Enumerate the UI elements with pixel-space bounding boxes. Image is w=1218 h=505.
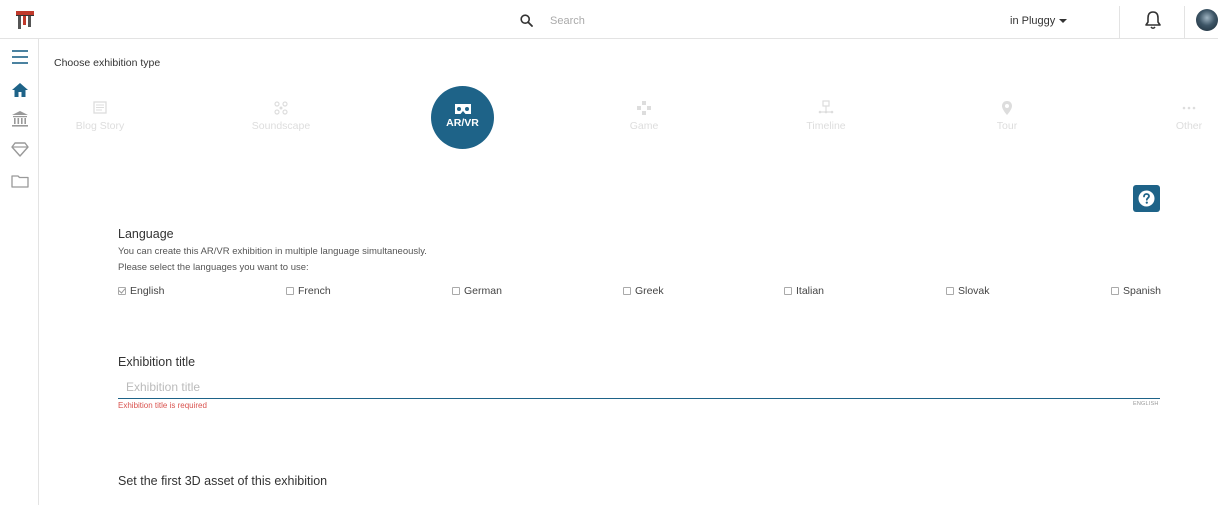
language-option-french[interactable]: French xyxy=(286,285,331,297)
asset-section-heading: Set the first 3D asset of this exhibitio… xyxy=(118,474,328,488)
language-label: English xyxy=(130,285,165,297)
checkbox[interactable] xyxy=(623,287,631,295)
sidebar xyxy=(0,39,39,505)
type-label: Other xyxy=(1175,120,1203,132)
hamburger-menu-icon[interactable] xyxy=(11,48,29,66)
checkbox[interactable] xyxy=(946,287,954,295)
gem-icon[interactable] xyxy=(11,140,29,158)
map-marker-icon xyxy=(1002,101,1012,115)
chevron-down-icon xyxy=(1059,19,1068,23)
pluggy-logo-icon[interactable] xyxy=(14,9,36,31)
language-label: Italian xyxy=(796,285,825,297)
divider xyxy=(1119,6,1120,39)
language-option-greek[interactable]: Greek xyxy=(623,285,664,297)
type-label: Game xyxy=(629,120,659,132)
type-label: Timeline xyxy=(806,120,846,132)
language-help-line-2: Please select the languages you want to … xyxy=(118,262,309,273)
avatar[interactable] xyxy=(1196,9,1218,31)
museum-icon[interactable] xyxy=(11,110,29,128)
type-other[interactable]: Other xyxy=(1129,100,1218,132)
language-option-spanish[interactable]: Spanish xyxy=(1111,285,1161,297)
divider xyxy=(1184,6,1185,39)
checkbox[interactable] xyxy=(784,287,792,295)
type-timeline[interactable]: Timeline xyxy=(766,100,886,132)
checkbox[interactable] xyxy=(118,287,126,295)
checkbox[interactable] xyxy=(1111,287,1119,295)
language-heading: Language xyxy=(118,227,174,241)
exhibition-title-error: Exhibition title is required xyxy=(118,401,207,410)
type-label: Soundscape xyxy=(251,120,311,132)
language-label: French xyxy=(298,285,331,297)
folder-icon[interactable] xyxy=(11,172,29,190)
context-label: in Pluggy xyxy=(1010,15,1056,27)
language-label: Greek xyxy=(635,285,664,297)
checkbox[interactable] xyxy=(286,287,294,295)
ellipsis-icon xyxy=(1182,106,1196,110)
type-game[interactable]: Game xyxy=(584,100,704,132)
language-help-line-1: You can create this AR/VR exhibition in … xyxy=(118,246,427,257)
help-button[interactable] xyxy=(1133,185,1160,212)
newspaper-icon xyxy=(93,101,107,114)
exhibition-title-input[interactable] xyxy=(118,375,1160,399)
search-input[interactable] xyxy=(542,10,842,32)
gamepad-icon xyxy=(637,101,651,115)
timeline-icon xyxy=(818,100,834,114)
context-dropdown[interactable]: in Pluggy xyxy=(1010,15,1068,27)
language-label: Slovak xyxy=(958,285,990,297)
vr-headset-icon xyxy=(454,104,471,114)
checkbox[interactable] xyxy=(452,287,460,295)
question-icon xyxy=(1138,190,1155,207)
type-soundscape[interactable]: Soundscape xyxy=(221,100,341,132)
soundscape-icon xyxy=(274,101,288,115)
exhibition-title-heading: Exhibition title xyxy=(118,355,196,369)
choose-type-label: Choose exhibition type xyxy=(54,57,161,69)
top-bar: in Pluggy xyxy=(0,0,1218,39)
language-option-italian[interactable]: Italian xyxy=(784,285,824,297)
type-tour[interactable]: Tour xyxy=(947,100,1067,132)
type-label: Blog Story xyxy=(75,120,125,132)
language-label: German xyxy=(464,285,502,297)
language-label: Spanish xyxy=(1123,285,1161,297)
language-option-slovak[interactable]: Slovak xyxy=(946,285,990,297)
home-icon[interactable] xyxy=(11,81,29,99)
type-label: Tour xyxy=(996,120,1018,132)
bell-icon[interactable] xyxy=(1144,10,1162,30)
type-blog-story[interactable]: Blog Story xyxy=(40,100,160,132)
language-option-english[interactable]: English xyxy=(118,285,164,297)
search-icon[interactable] xyxy=(520,14,533,27)
type-label: AR/VR xyxy=(446,117,479,129)
type-ar-vr[interactable]: AR/VR xyxy=(431,86,494,149)
input-language-tag: ENGLISH xyxy=(1133,401,1159,407)
language-option-german[interactable]: German xyxy=(452,285,502,297)
